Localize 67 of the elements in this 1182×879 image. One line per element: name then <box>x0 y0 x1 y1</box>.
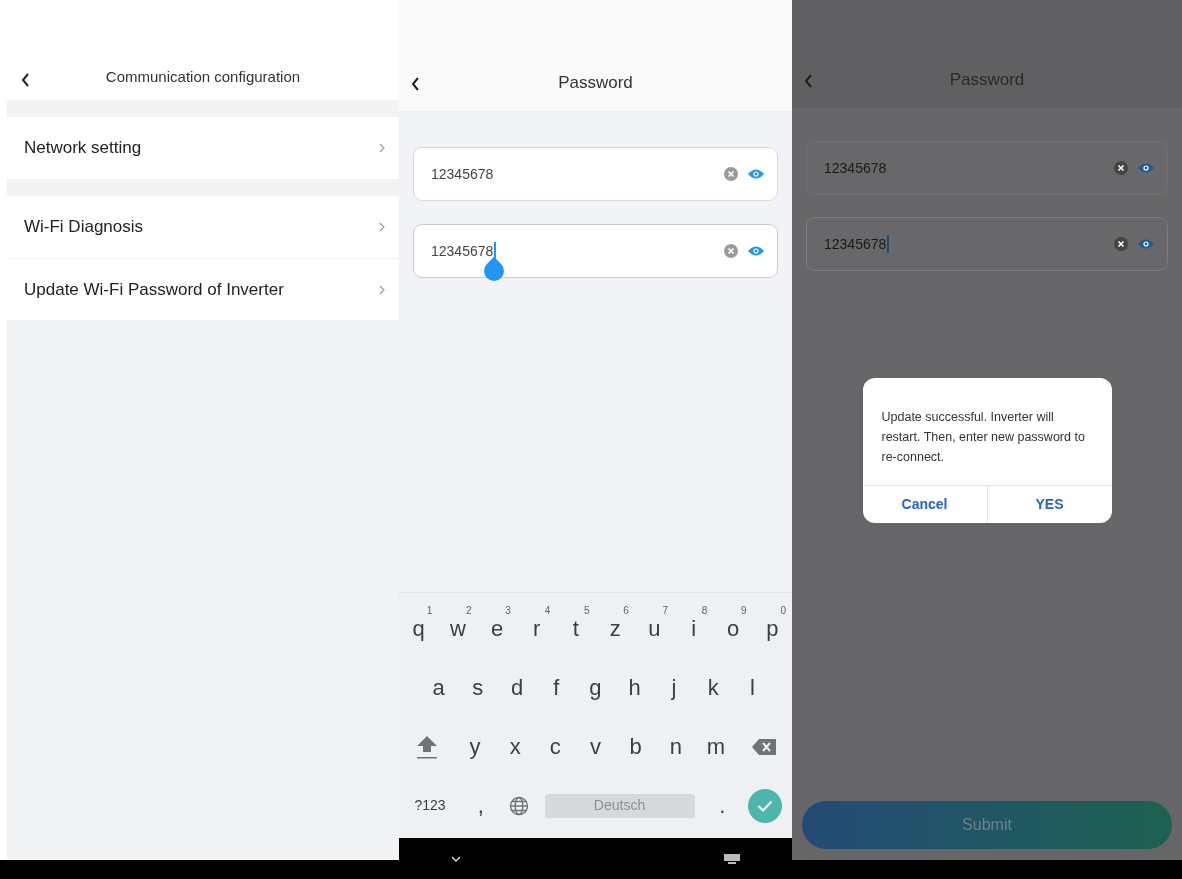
keyboard-key[interactable]: o 9 <box>713 599 753 658</box>
key-hint: 1 <box>426 604 433 618</box>
page-title: Communication configuration <box>104 66 302 87</box>
clear-icon[interactable] <box>1114 237 1128 251</box>
keyboard-key[interactable]: w 2 <box>438 599 478 658</box>
keyboard-key[interactable]: u 7 <box>634 599 675 658</box>
keyboard-key[interactable]: z 6 <box>595 599 635 658</box>
keyboard-key[interactable]: d <box>497 658 537 717</box>
dialog-message: Update successful. Inverter will restart. Then, enter new password to re-connect. <box>880 409 1086 466</box>
menu-item[interactable]: Network setting <box>7 117 399 179</box>
key-hint: 7 <box>662 604 669 618</box>
chevron-icon <box>379 284 385 295</box>
key-hint: 2 <box>466 604 472 618</box>
page-title: Password <box>948 68 1026 91</box>
keyboard-key[interactable]: l <box>732 658 772 717</box>
symbols-key[interactable]: ?123 <box>399 776 461 835</box>
password-field[interactable]: 12345678 <box>413 147 778 201</box>
keyboard-key[interactable]: c <box>535 717 576 776</box>
check-icon <box>757 799 773 812</box>
keyboard-key[interactable]: e 3 <box>477 599 517 658</box>
clear-icon[interactable] <box>1114 161 1128 175</box>
keyboard-key[interactable]: v <box>575 717 616 776</box>
keyboard-key[interactable]: , <box>461 776 501 835</box>
chevron-icon <box>379 143 385 153</box>
dialog-button[interactable]: Cancel <box>862 486 987 523</box>
shift-icon <box>415 733 439 760</box>
key-hint: 5 <box>583 604 590 618</box>
keyboard-key[interactable]: b <box>615 717 656 776</box>
backspace-icon <box>752 738 776 755</box>
key-hint: 8 <box>701 604 708 618</box>
keyboard-key[interactable]: r 4 <box>516 599 557 658</box>
back-icon[interactable] <box>411 77 420 91</box>
eye-icon[interactable] <box>747 168 765 180</box>
keyboard-key[interactable]: n <box>655 717 696 776</box>
keyboard-key[interactable]: i 8 <box>674 599 714 658</box>
chevron-icon <box>379 222 385 232</box>
keyboard-key[interactable]: p 0 <box>752 599 792 658</box>
keyboard-key[interactable]: . <box>702 776 742 835</box>
keyboard-key[interactable]: y <box>455 717 496 776</box>
password-field[interactable]: 12345678 <box>413 224 778 278</box>
back-icon[interactable] <box>21 73 30 87</box>
key-hint: 9 <box>741 604 747 618</box>
keyboard-key[interactable]: x <box>495 717 536 776</box>
key-hint: 6 <box>623 604 629 618</box>
keyboard-icon[interactable] <box>724 853 740 864</box>
keyboard-key[interactable]: g <box>575 658 616 717</box>
keyboard-key[interactable]: s <box>458 658 498 717</box>
keyboard-key[interactable]: j <box>654 658 694 717</box>
keyboard-key[interactable]: k <box>693 658 733 717</box>
chevron-down-icon[interactable] <box>451 855 461 862</box>
key-hint: 3 <box>505 604 511 618</box>
key-hint: 0 <box>780 604 786 618</box>
keyboard-key[interactable]: t 5 <box>556 599 596 658</box>
dialog-button[interactable]: YES <box>986 486 1112 523</box>
page-title: Password <box>557 71 634 94</box>
key-hint: 4 <box>544 604 551 618</box>
keyboard-key[interactable]: h <box>615 658 655 717</box>
eye-icon[interactable] <box>1137 162 1155 174</box>
enter-key[interactable] <box>748 788 782 823</box>
eye-icon[interactable] <box>1137 238 1155 250</box>
menu-item[interactable]: Wi-Fi Diagnosis <box>7 196 399 258</box>
keyboard-key[interactable]: f <box>536 658 576 717</box>
globe-icon <box>508 795 529 816</box>
eye-icon[interactable] <box>747 245 765 257</box>
keyboard-key[interactable]: m <box>695 717 736 776</box>
keyboard-key[interactable]: a <box>419 658 459 717</box>
keyboard-key[interactable]: q 1 <box>399 599 439 658</box>
